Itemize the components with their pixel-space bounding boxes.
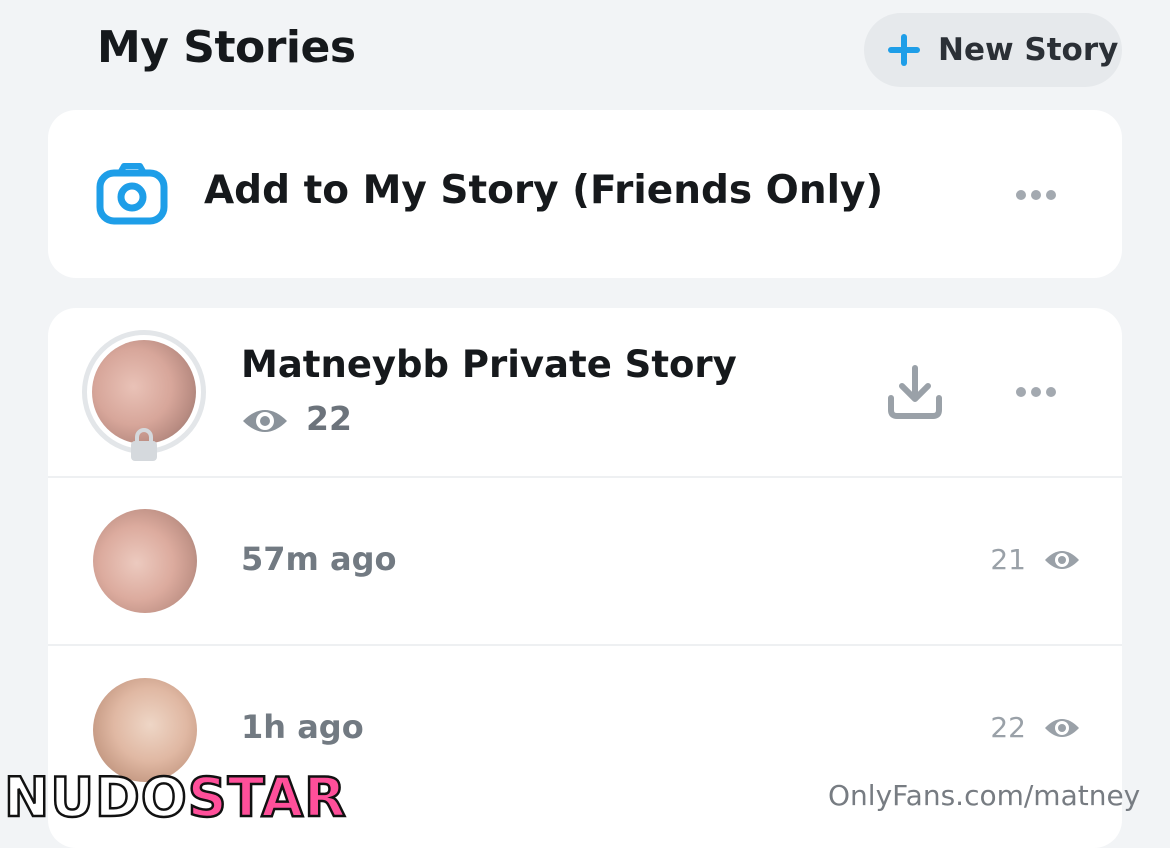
download-icon[interactable]	[886, 364, 944, 420]
eye-icon	[1045, 719, 1079, 737]
snap-thumbnail[interactable]	[93, 509, 197, 613]
lock-icon	[131, 428, 157, 461]
watermark-logo-part1: NUDO	[3, 765, 188, 831]
eye-icon	[243, 410, 287, 432]
watermark-logo: NUDOSTAR	[3, 765, 347, 831]
add-to-story-label: Add to My Story (Friends Only)	[204, 168, 884, 213]
camera-icon	[96, 163, 168, 225]
eye-icon	[1045, 551, 1079, 569]
watermark-url: OnlyFans.com/matney	[828, 779, 1141, 812]
story-view-count: 22	[306, 399, 352, 438]
story-more-icon[interactable]	[1016, 387, 1056, 397]
snap-view-count: 21	[990, 543, 1026, 576]
new-story-label: New Story	[938, 32, 1119, 68]
add-story-more-icon[interactable]	[1016, 190, 1056, 200]
story-title[interactable]: Matneybb Private Story	[241, 343, 737, 386]
new-story-button[interactable]: New Story	[864, 13, 1122, 87]
plus-icon	[888, 34, 920, 66]
row-divider	[48, 476, 1122, 478]
snap-view-count: 22	[990, 711, 1026, 744]
page-title: My Stories	[97, 22, 356, 73]
snap-time: 57m ago	[241, 540, 397, 578]
watermark-logo-part2: STAR	[187, 765, 347, 831]
snap-time: 1h ago	[241, 708, 364, 746]
row-divider	[48, 644, 1122, 646]
